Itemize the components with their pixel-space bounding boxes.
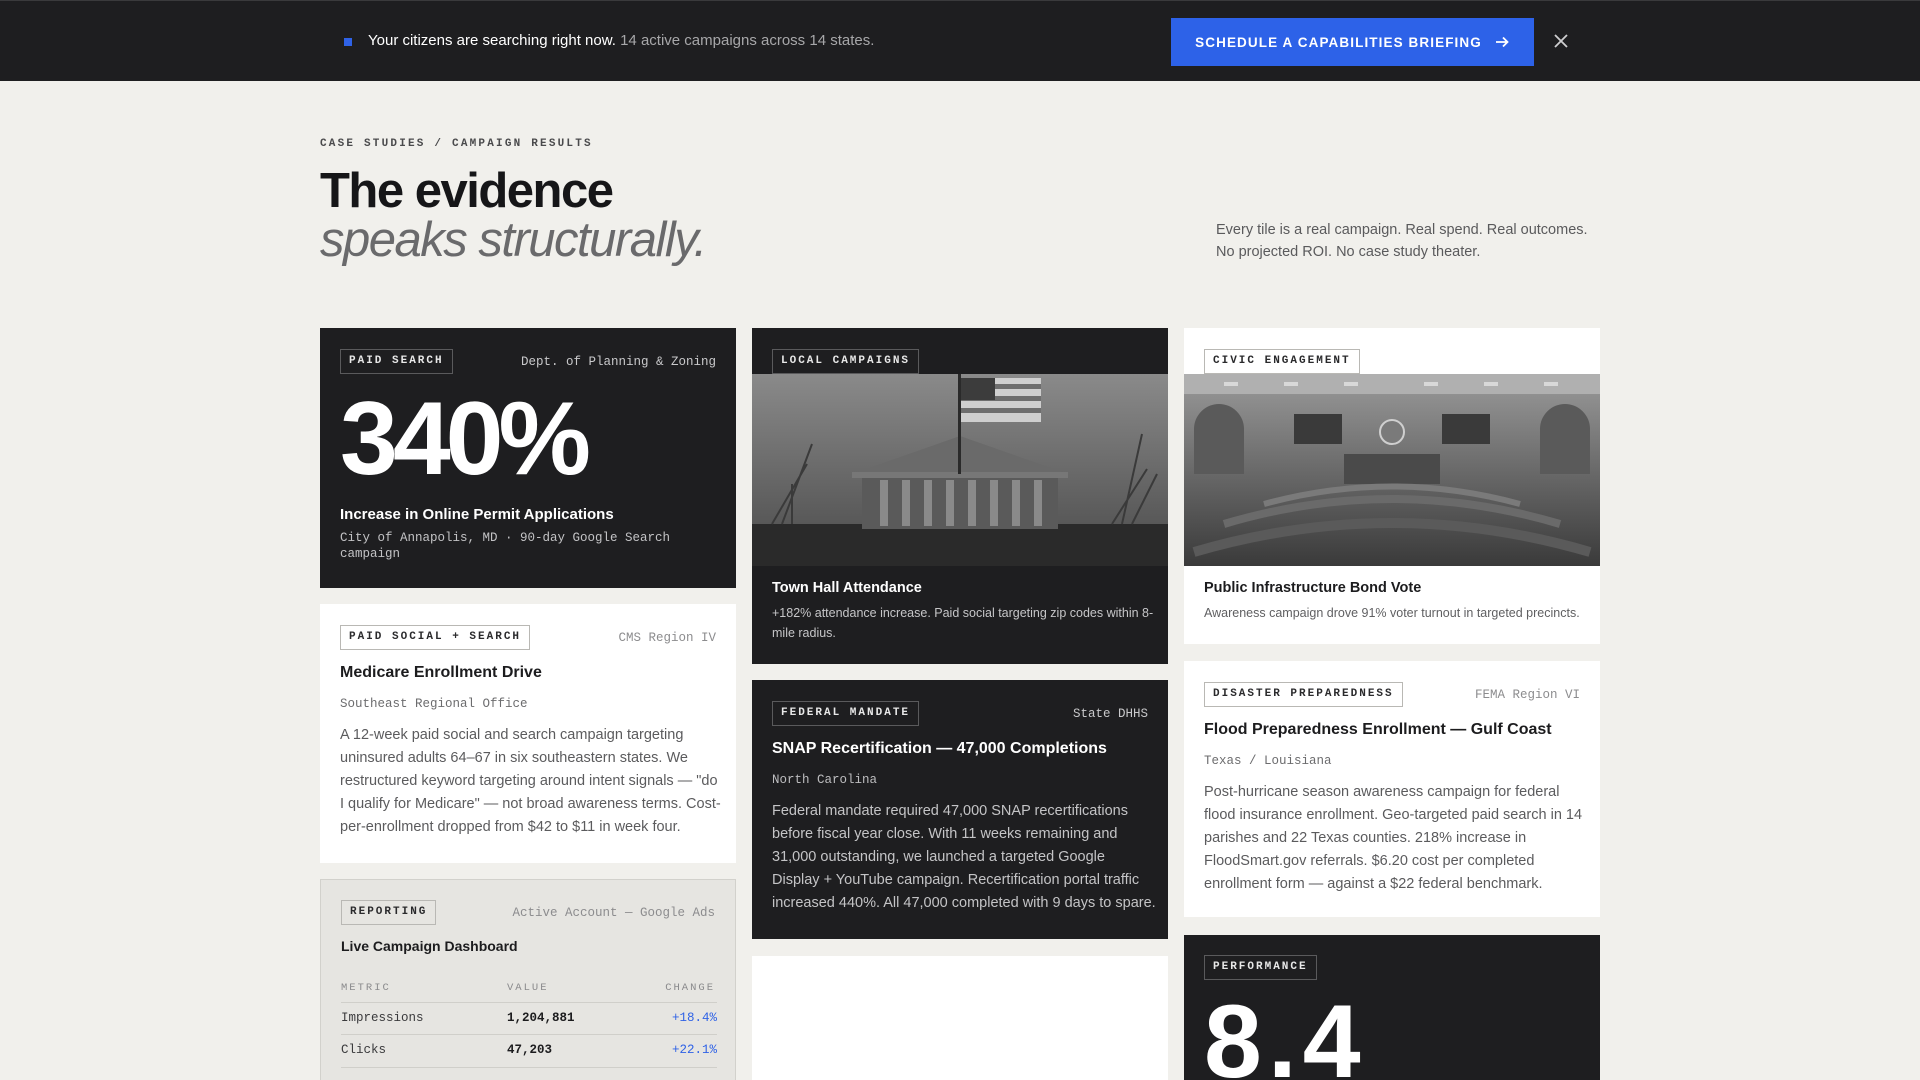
table-row: Impressions 1,204,881 +18.4% <box>341 1002 717 1035</box>
announcement-sub: 14 active campaigns across 14 states. <box>620 32 875 49</box>
page-title-italic: speaks structurally. <box>320 213 707 267</box>
account-label: Active Account — Google Ads <box>512 906 715 920</box>
category-tag: PERFORMANCE <box>1204 955 1317 980</box>
stat-value: 8.4 <box>1204 984 1367 1080</box>
metric-name: Clicks <box>341 1043 387 1057</box>
card-title: Town Hall Attendance <box>772 580 922 596</box>
announcement-message: Your citizens are searching right now. 1… <box>368 32 874 49</box>
card-body: +182% attendance increase. Paid social t… <box>772 606 1154 640</box>
category-tag: CIVIC ENGAGEMENT <box>1204 349 1360 374</box>
schedule-briefing-button[interactable]: SCHEDULE A CAPABILITIES BRIEFING <box>1171 18 1534 66</box>
permit-case-card[interactable]: PAID SEARCH Dept. of Planning & Zoning 3… <box>320 328 736 588</box>
page-title: The evidence <box>320 164 614 218</box>
category-tag: LOCAL CAMPAIGNS <box>772 349 920 374</box>
bond-case-card[interactable]: CIVIC ENGAGEMENT Public Infrastructure B… <box>1184 328 1600 644</box>
card-body: Federal mandate required 47,000 SNAP rec… <box>772 803 1156 911</box>
snap-case-card[interactable]: FEDERAL MANDATE State DHHS SNAP Recertif… <box>752 680 1168 939</box>
category-tag: PAID SEARCH <box>340 349 453 374</box>
region-label: Texas / Louisiana <box>1204 754 1332 768</box>
capitol-building-image <box>752 374 1168 566</box>
announcement-bar: Your citizens are searching right now. 1… <box>0 0 1920 81</box>
category-tag: FEDERAL MANDATE <box>772 701 920 726</box>
column-header-value: VALUE <box>507 982 549 994</box>
performance-card[interactable]: PERFORMANCE 8.4 <box>1184 935 1600 1080</box>
townhall-case-card[interactable]: LOCAL CAMPAIGNS Town Hall Attendance +18… <box>752 328 1168 664</box>
category-tag: PAID SOCIAL + SEARCH <box>340 625 531 650</box>
office-label: Southeast Regional Office <box>340 697 528 711</box>
category-tag: DISASTER PREPAREDNESS <box>1204 682 1403 707</box>
column-header-metric: METRIC <box>341 982 391 994</box>
placeholder-card <box>752 956 1168 1080</box>
card-title: Public Infrastructure Bond Vote <box>1204 580 1422 596</box>
metric-value: 47,203 <box>507 1043 553 1057</box>
council-chamber-image <box>1184 374 1600 566</box>
agency-label: CMS Region IV <box>618 631 716 645</box>
metric-change: +18.4% <box>671 1011 717 1025</box>
card-body: A 12-week paid social and search campaig… <box>340 727 721 835</box>
stat-value: 340% <box>340 381 591 497</box>
metric-name: Impressions <box>341 1011 424 1025</box>
card-title: Increase in Online Permit Applications <box>340 506 614 523</box>
metric-change: +22.1% <box>671 1043 717 1057</box>
medicare-case-card[interactable]: PAID SOCIAL + SEARCH CMS Region IV Medic… <box>320 604 736 863</box>
agency-label: State DHHS <box>1072 707 1148 721</box>
card-title: Medicare Enrollment Drive <box>340 664 542 681</box>
agency-label: Dept. of Planning & Zoning <box>520 355 716 369</box>
card-title: Flood Preparedness Enrollment — Gulf Coa… <box>1204 721 1552 738</box>
card-body: Post-hurricane season awareness campaign… <box>1204 784 1583 892</box>
card-title: SNAP Recertification — 47,000 Completion… <box>772 740 1107 757</box>
arrow-right-icon <box>1495 36 1509 48</box>
announcement-strong: Your citizens are searching right now. <box>368 32 616 49</box>
card-subtitle: City of Annapolis, MD · 90-day Google Se… <box>340 531 671 561</box>
close-icon[interactable] <box>1550 30 1572 52</box>
category-tag: REPORTING <box>341 900 437 925</box>
breadcrumb: CASE STUDIES / CAMPAIGN RESULTS <box>320 138 593 150</box>
state-label: North Carolina <box>772 773 878 787</box>
card-title: Live Campaign Dashboard <box>341 938 518 954</box>
metric-value: 1,204,881 <box>507 1011 575 1025</box>
card-body: Awareness campaign drove 91% voter turno… <box>1204 606 1580 620</box>
live-indicator-icon <box>344 38 352 46</box>
dashboard-card[interactable]: REPORTING Active Account — Google Ads Li… <box>320 879 736 1080</box>
table-row: Clicks 47,203 +22.1% <box>341 1035 717 1068</box>
schedule-briefing-label: SCHEDULE A CAPABILITIES BRIEFING <box>1195 34 1482 50</box>
flood-case-card[interactable]: DISASTER PREPAREDNESS FEMA Region VI Flo… <box>1184 661 1600 917</box>
agency-label: FEMA Region VI <box>1474 688 1580 702</box>
column-header-change: CHANGE <box>665 982 715 994</box>
intro-text: Every tile is a real campaign. Real spen… <box>1216 222 1588 260</box>
